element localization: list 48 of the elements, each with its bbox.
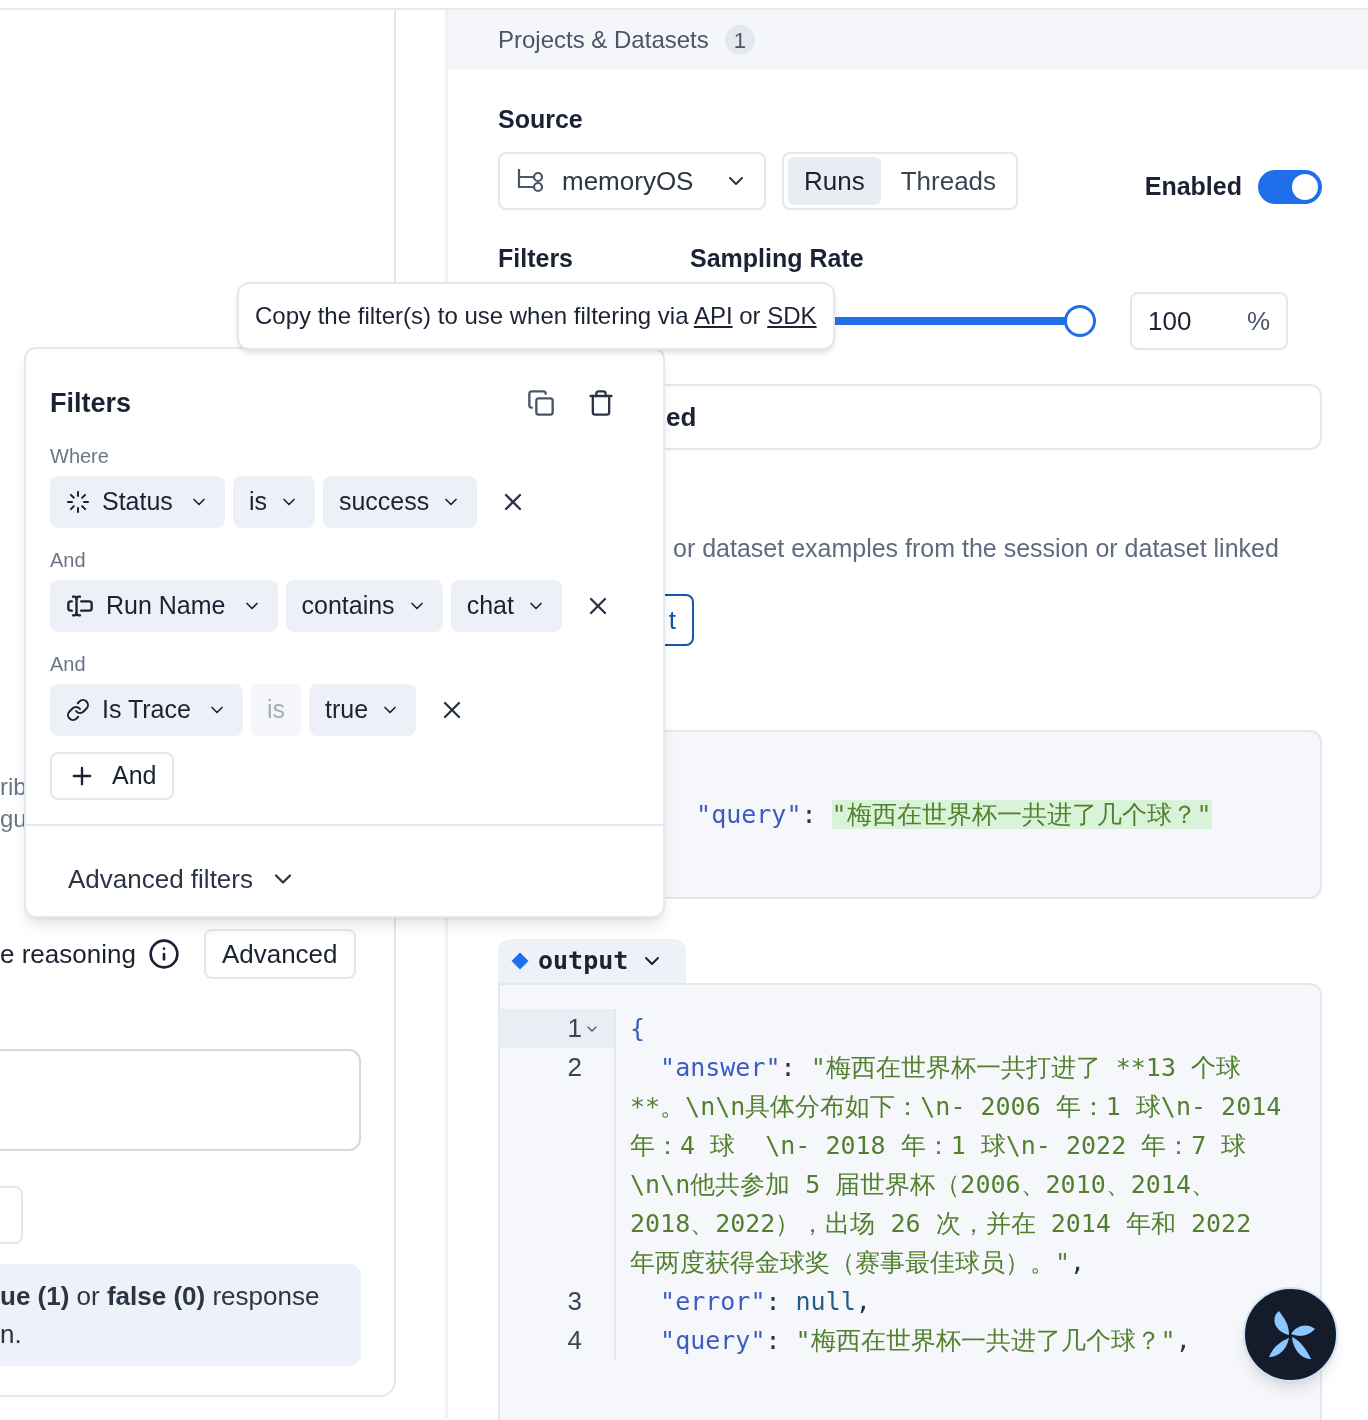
connector-label: And: [50, 547, 87, 572]
tooltip-text: Copy the filter(s) to use when filtering via API or SDK: [255, 301, 817, 331]
source-label: Source: [498, 104, 584, 134]
value-select[interactable]: chat: [450, 579, 562, 632]
spinner-icon: [66, 489, 90, 514]
doc-link[interactable]: API: [693, 302, 733, 329]
count-badge: 1: [724, 25, 755, 55]
code-line: "query": "梅西在世界杯一共进了几个球？",: [659, 1325, 1192, 1357]
add-filter-button[interactable]: And: [50, 751, 175, 800]
value-select[interactable]: success: [322, 475, 478, 528]
line-number: 2: [567, 1051, 582, 1084]
header-title: Projects & Datasets: [498, 25, 709, 55]
rate-input[interactable]: 100 %: [1130, 292, 1288, 350]
operator-select[interactable]: is: [232, 475, 315, 528]
field-select[interactable]: Status: [50, 475, 225, 528]
project-select[interactable]: memoryOS: [498, 152, 766, 210]
sampling-label: Sampling Rate: [690, 243, 864, 275]
copy-button[interactable]: [527, 389, 555, 418]
slider-thumb[interactable]: [1064, 305, 1096, 337]
mode-tab[interactable]: Runs: [788, 157, 881, 205]
output-tab[interactable]: output: [498, 939, 686, 983]
code-line: {: [630, 1013, 647, 1045]
branch-icon: [516, 167, 546, 195]
field-select[interactable]: Run Name: [50, 579, 278, 632]
line-number: 4: [567, 1324, 582, 1357]
reasoning-label: e reasoning: [0, 937, 136, 971]
operator-select[interactable]: contains: [285, 579, 443, 632]
code-line: "answer": "梅西在世界杯一共打进了 **13 个球**。\n\n具体分布如下：\n- 2006 年：1 球\n- 2014 年：4 球 \n- 2018 年：1 球\n- 2022 年：7 球 \n\n他共参加 5 届世界杯（2006、2010、2014、2018、2022），出场 26 次，并在 2014 年和 2022 年两度获得金球奖（赛事最佳球员）。",: [630, 1052, 1283, 1279]
link-icon: [66, 697, 90, 722]
code-line: "error": null,: [659, 1286, 872, 1318]
line-number: 1: [567, 1012, 582, 1045]
doc-link[interactable]: SDK: [767, 302, 817, 329]
field-select[interactable]: Is Trace: [50, 683, 243, 736]
connector-label: Where: [50, 443, 110, 468]
section-title: ed: [666, 400, 697, 434]
delete-button[interactable]: [587, 389, 615, 418]
info-text: ue (1) or false (0) response n.: [0, 1280, 320, 1351]
description-text: or dataset examples from the session or dataset linked: [673, 533, 1280, 564]
advanced-button[interactable]: Advanced: [203, 929, 356, 979]
connector-label: And: [50, 651, 87, 676]
filters-label: Filters: [498, 243, 575, 275]
popover-title: Filters: [50, 387, 132, 420]
line-number: 3: [567, 1285, 582, 1318]
enabled-switch[interactable]: [1258, 170, 1322, 204]
advanced-filters-toggle[interactable]: Advanced filters: [68, 859, 297, 899]
info-icon: [147, 938, 180, 970]
value-select[interactable]: true: [309, 683, 417, 736]
enabled-label: Enabled: [1144, 171, 1242, 203]
